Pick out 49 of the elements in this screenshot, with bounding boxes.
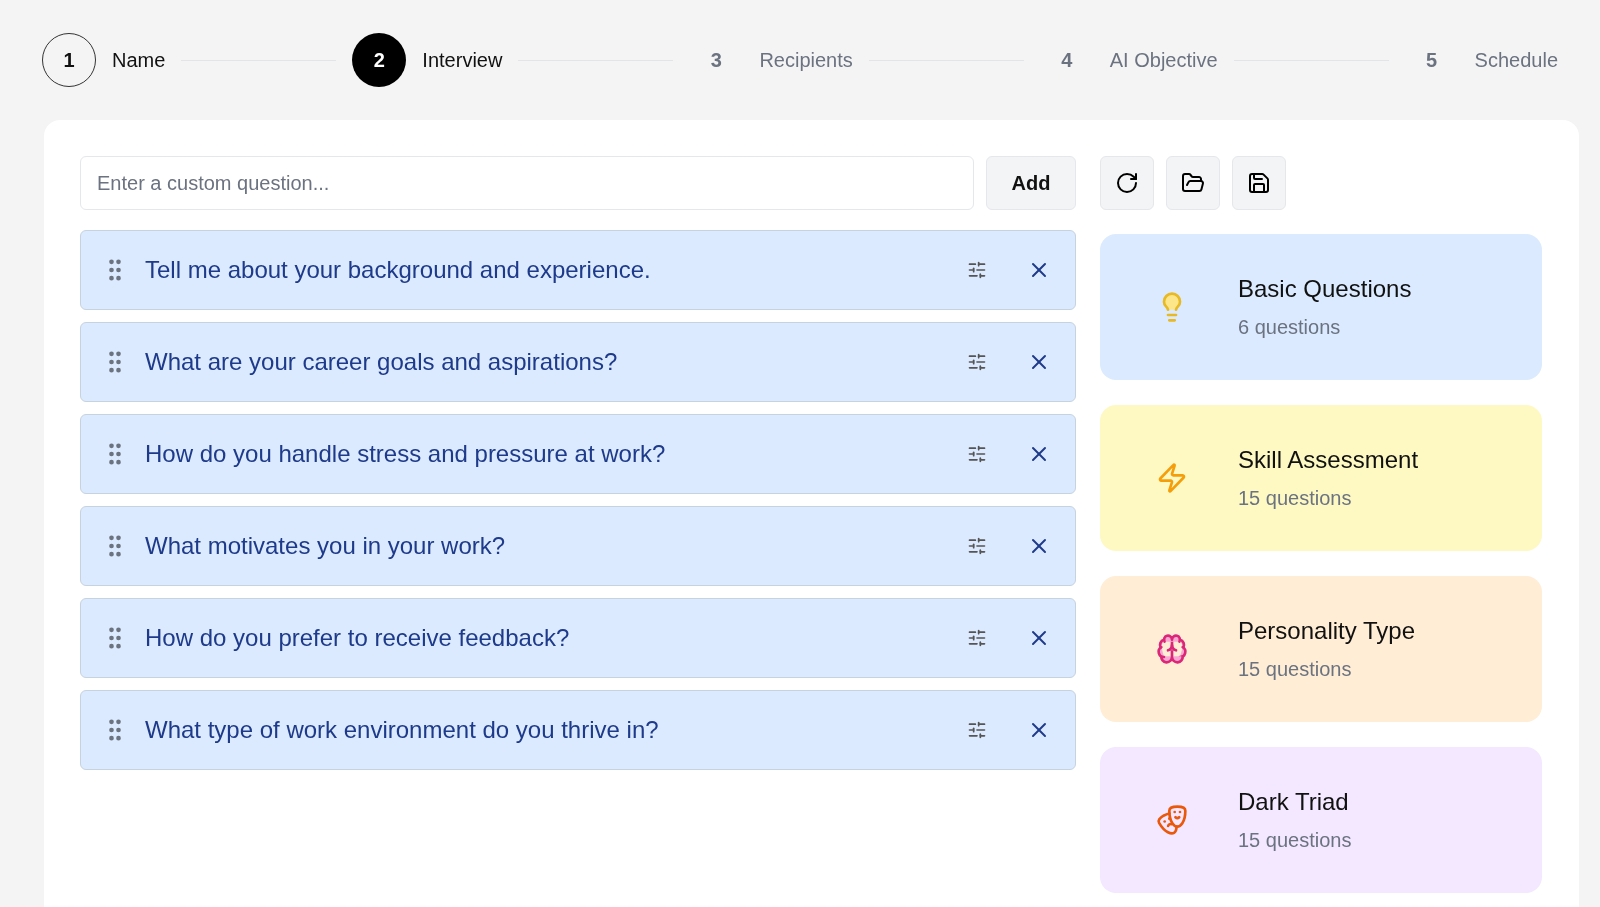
set-title: Skill Assessment — [1238, 445, 1419, 475]
question-count: 15 questions — [1238, 828, 1352, 853]
question-row[interactable]: What motivates you in your work? — [80, 506, 1076, 586]
open-folder-button[interactable] — [1166, 156, 1220, 210]
step-label[interactable]: Schedule — [1474, 46, 1558, 74]
settings-icon[interactable] — [967, 352, 987, 372]
step-number: 5 — [1425, 48, 1439, 73]
settings-icon[interactable] — [967, 536, 987, 556]
question-count: 15 questions — [1238, 657, 1353, 682]
set-title: Personality Type — [1238, 616, 1415, 646]
question-set-card[interactable]: Basic Questions 6 questions — [1100, 234, 1542, 380]
set-title: Dark Triad — [1238, 787, 1350, 817]
lightning-icon — [1156, 462, 1188, 494]
question-row[interactable]: What are your career goals and aspirations? — [80, 322, 1076, 402]
question-count: 15 questions — [1238, 486, 1353, 511]
question-text: How do you prefer to receive feedback? — [145, 623, 571, 653]
question-row[interactable]: Tell me about your background and experience. — [80, 230, 1076, 310]
question-text: What type of work environment do you thrive in? — [145, 715, 660, 745]
refresh-icon — [1115, 171, 1139, 195]
step-label[interactable]: Name — [112, 46, 166, 74]
folder-icon — [1181, 171, 1205, 195]
step-number: 3 — [709, 48, 723, 73]
theater-masks-icon — [1156, 804, 1188, 836]
question-text: How do you handle stress and pressure at work? — [145, 439, 667, 469]
save-button[interactable] — [1232, 156, 1286, 210]
settings-icon[interactable] — [967, 720, 987, 740]
question-row[interactable]: How do you handle stress and pressure at work? — [80, 414, 1076, 494]
question-set-card[interactable]: Dark Triad 15 questions — [1100, 747, 1542, 893]
question-input-field[interactable]: Enter a custom question... — [80, 156, 974, 210]
add-button[interactable]: Add — [986, 156, 1076, 210]
settings-icon[interactable] — [967, 628, 987, 648]
refresh-button[interactable] — [1100, 156, 1154, 210]
step-label[interactable]: Recipients — [759, 46, 853, 74]
question-text: Tell me about your background and experience. — [145, 255, 652, 285]
question-row[interactable]: What type of work environment do you thrive in? — [80, 690, 1076, 770]
step-label[interactable]: AI Objective — [1109, 46, 1218, 74]
question-set-card[interactable]: Personality Type 15 questions — [1100, 576, 1542, 722]
set-title: Basic Questions — [1238, 274, 1412, 304]
step-label[interactable]: Interview — [422, 46, 503, 74]
question-set-card[interactable]: Skill Assessment 15 questions — [1100, 405, 1542, 551]
step-number: 4 — [1060, 48, 1074, 73]
question-count: 6 questions — [1238, 315, 1342, 340]
question-row[interactable]: How do you prefer to receive feedback? — [80, 598, 1076, 678]
settings-icon[interactable] — [967, 260, 987, 280]
step-number: 2 — [352, 33, 407, 87]
brain-icon — [1156, 633, 1188, 665]
question-text: What motivates you in your work? — [145, 531, 507, 561]
settings-icon[interactable] — [967, 444, 987, 464]
question-text: What are your career goals and aspirations? — [145, 347, 619, 377]
